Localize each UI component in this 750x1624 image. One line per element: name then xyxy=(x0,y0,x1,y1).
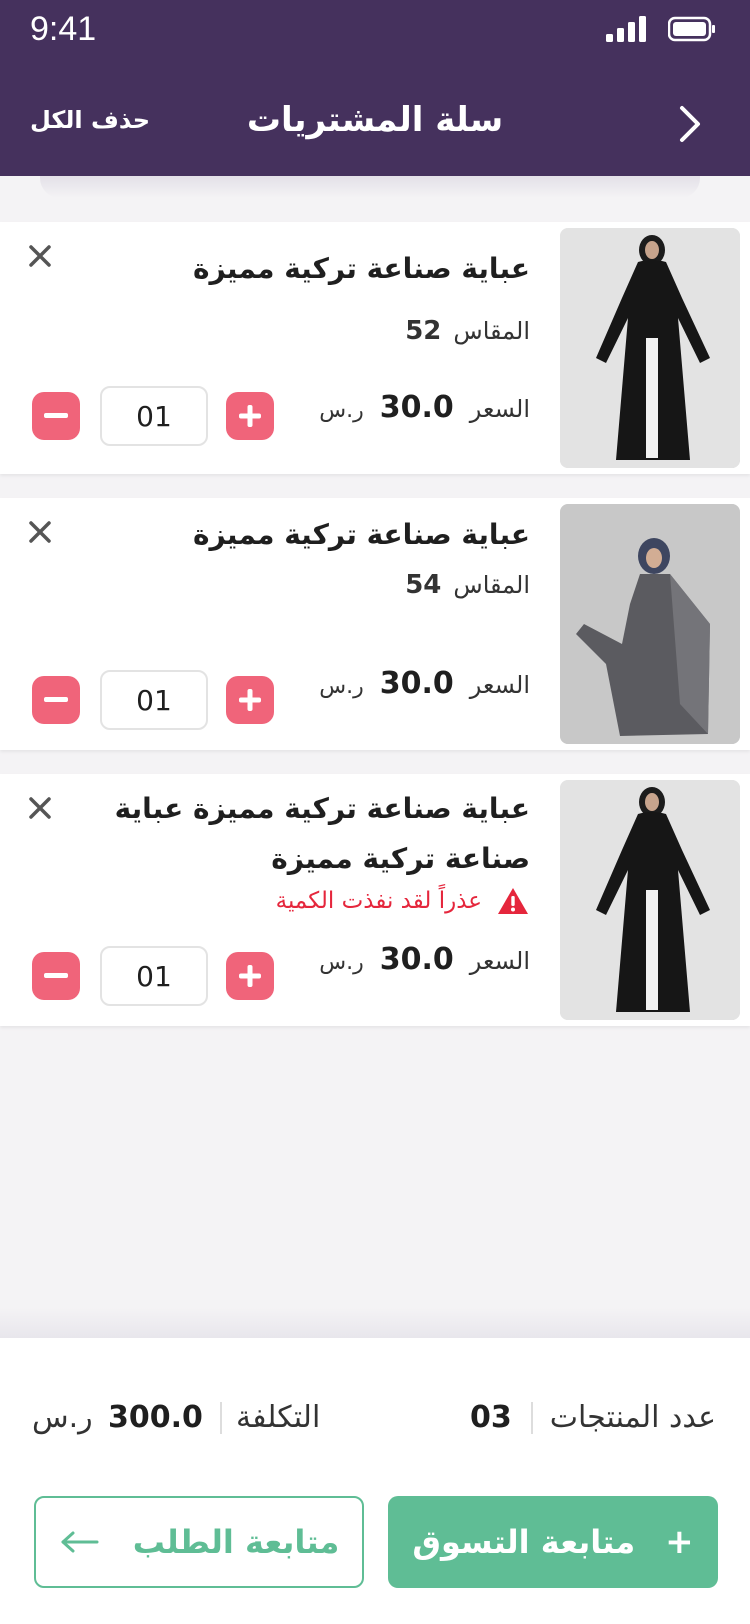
checkout-button[interactable]: متابعة الطلب xyxy=(34,1496,364,1588)
continue-shopping-button[interactable]: + متابعة التسوق xyxy=(388,1496,718,1588)
price-currency: ر.س xyxy=(319,398,364,423)
product-name: عباية صناعة تركية مميزة xyxy=(192,518,530,551)
decrease-quantity-button[interactable] xyxy=(32,392,80,440)
status-time: 9:41 xyxy=(30,10,97,48)
size-row: المقاس 54 xyxy=(405,570,530,600)
size-value: 52 xyxy=(405,316,442,346)
size-label: المقاس xyxy=(453,317,530,345)
price-label: السعر xyxy=(469,947,530,975)
plus-icon xyxy=(239,965,261,987)
divider xyxy=(531,1402,533,1434)
quantity-input[interactable] xyxy=(100,386,208,446)
out-of-stock-warning: عذراً لقد نفذت الكمية xyxy=(276,886,530,916)
black-abaya-image xyxy=(560,780,740,1020)
chevron-right-icon[interactable] xyxy=(674,104,704,144)
cart-item: عباية صناعة تركية مميزة المقاس 54 السعر … xyxy=(0,498,750,750)
price-value: 30.0 xyxy=(379,666,454,701)
product-image[interactable] xyxy=(560,228,740,468)
cart-footer: عدد المنتجات 03 التكلفة 300.0 ر.س + متاب… xyxy=(0,1308,750,1624)
increase-quantity-button[interactable] xyxy=(226,676,274,724)
quantity-input[interactable] xyxy=(100,946,208,1006)
cart-item: عباية صناعة تركية مميزة عباية صناعة تركي… xyxy=(0,774,750,1026)
app-header: 9:41 حذف الكل سلة المشتريات xyxy=(0,0,750,176)
price-row: السعر 30.0 ر.س xyxy=(319,390,530,425)
price-label: السعر xyxy=(469,395,530,423)
product-image[interactable] xyxy=(560,780,740,1020)
decrease-quantity-button[interactable] xyxy=(32,676,80,724)
cart-item: عباية صناعة تركية مميزة المقاس 52 السعر … xyxy=(0,222,750,474)
size-label: المقاس xyxy=(453,571,530,599)
close-icon[interactable] xyxy=(26,518,54,546)
price-row: السعر 30.0 ر.س xyxy=(319,942,530,977)
increase-quantity-button[interactable] xyxy=(226,392,274,440)
quantity-input[interactable] xyxy=(100,670,208,730)
black-abaya-image xyxy=(560,228,740,468)
grey-abaya-image xyxy=(560,504,740,744)
price-currency: ر.س xyxy=(319,950,364,975)
close-icon[interactable] xyxy=(26,242,54,270)
price-value: 30.0 xyxy=(379,390,454,425)
header-shadow xyxy=(40,176,700,198)
product-name: عباية صناعة تركية مميزة xyxy=(192,252,530,285)
total-cost-currency: ر.س xyxy=(32,1400,93,1435)
plus-icon: + xyxy=(665,1522,694,1562)
product-name: عباية صناعة تركية مميزة عباية صناعة تركي… xyxy=(114,792,530,875)
minus-icon xyxy=(44,697,68,702)
size-row: المقاس 52 xyxy=(405,316,530,346)
size-value: 54 xyxy=(405,570,442,600)
footer-shadow xyxy=(0,1308,750,1338)
warning-icon xyxy=(498,888,528,914)
total-cost-label: التكلفة xyxy=(236,1400,321,1435)
page-title: سلة المشتريات xyxy=(246,100,504,140)
price-row: السعر 30.0 ر.س xyxy=(319,666,530,701)
decrease-quantity-button[interactable] xyxy=(32,952,80,1000)
minus-icon xyxy=(44,973,68,978)
minus-icon xyxy=(44,413,68,418)
battery-icon xyxy=(668,16,715,42)
total-cost-value: 300.0 xyxy=(108,1400,203,1435)
item-count-label: عدد المنتجات xyxy=(549,1400,716,1435)
warning-text: عذراً لقد نفذت الكمية xyxy=(275,888,482,914)
item-count-value: 03 xyxy=(470,1400,512,1435)
price-currency: ر.س xyxy=(319,674,364,699)
divider xyxy=(220,1402,222,1434)
plus-icon xyxy=(239,689,261,711)
plus-icon xyxy=(239,405,261,427)
product-image[interactable] xyxy=(560,504,740,744)
price-label: السعر xyxy=(469,671,530,699)
checkout-label: متابعة الطلب xyxy=(132,1523,340,1561)
signal-icon xyxy=(606,16,646,42)
arrow-left-icon xyxy=(61,1531,99,1553)
close-icon[interactable] xyxy=(26,794,54,822)
price-value: 30.0 xyxy=(379,942,454,977)
continue-shopping-label: متابعة التسوق xyxy=(412,1523,636,1561)
increase-quantity-button[interactable] xyxy=(226,952,274,1000)
